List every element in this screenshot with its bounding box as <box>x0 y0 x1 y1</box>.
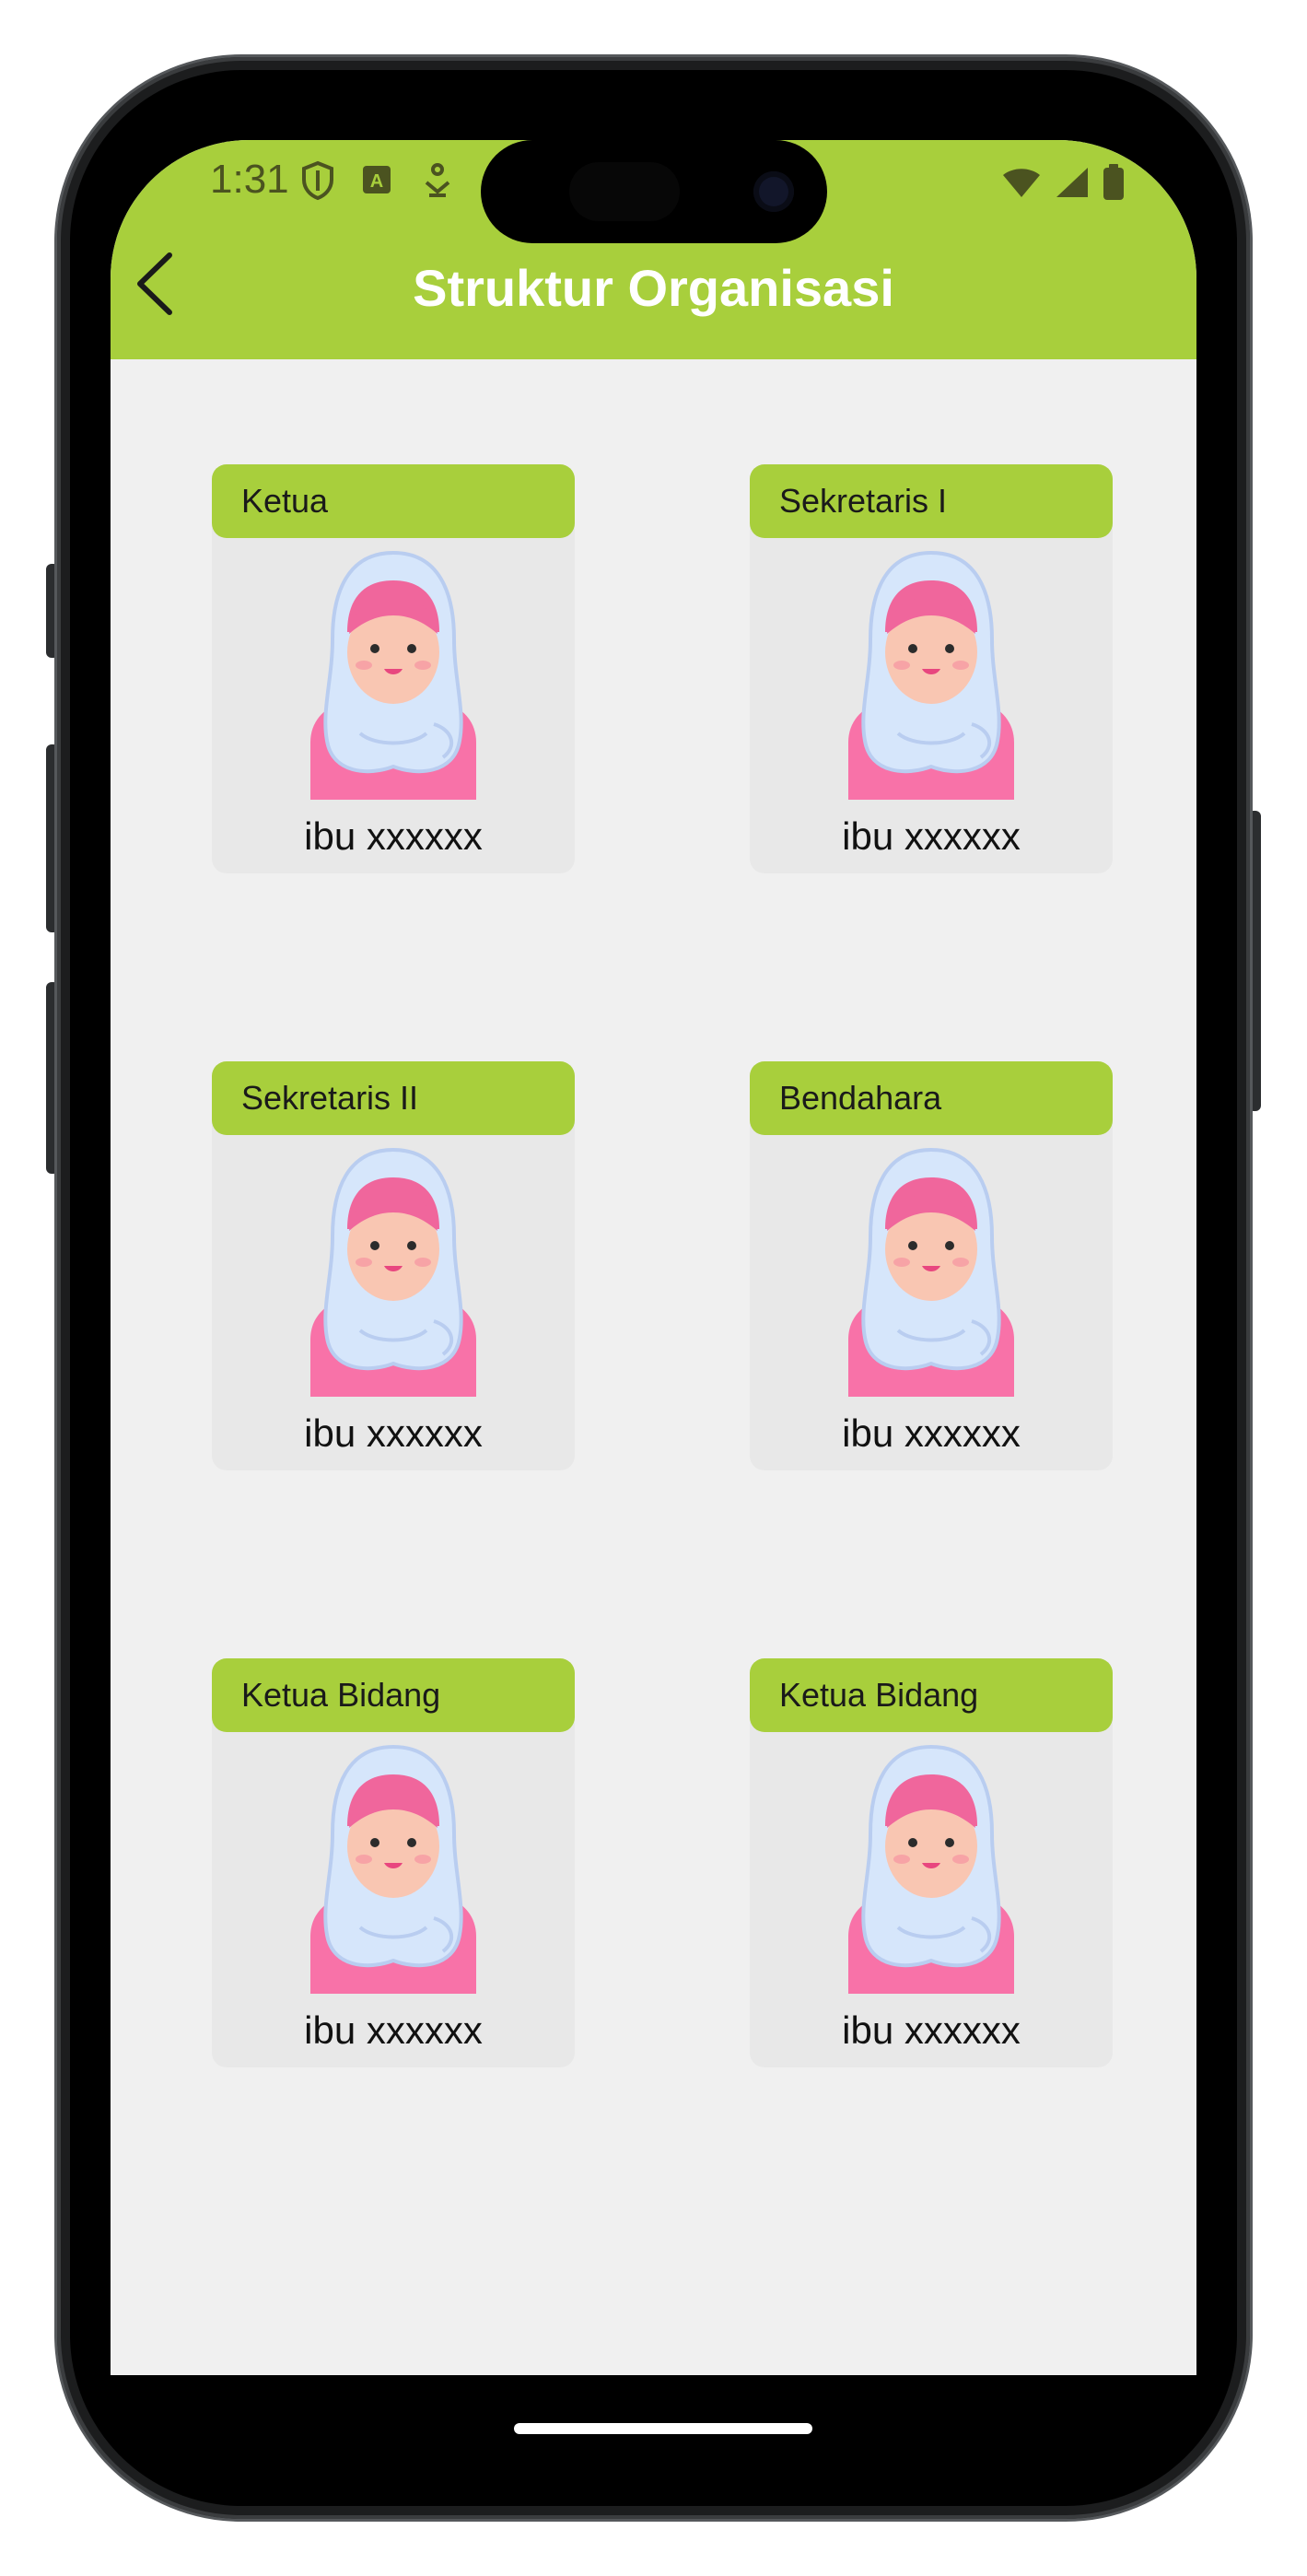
member-name: ibu xxxxxx <box>842 814 1021 858</box>
status-time: 1:31 <box>210 157 289 202</box>
member-role-label: Ketua <box>212 464 575 538</box>
sensor <box>569 162 680 221</box>
hijab-woman-avatar-icon <box>843 1146 1020 1397</box>
member-grid: Ketua ibu xxxxxx Sekretaris I ibu xxxxxx… <box>212 464 1113 2067</box>
battery-icon <box>1103 164 1125 205</box>
signal-icon <box>1055 166 1090 204</box>
member-card[interactable]: Ketua ibu xxxxxx <box>212 464 575 873</box>
member-role-label: Sekretaris II <box>212 1061 575 1135</box>
hijab-woman-avatar-icon <box>843 1743 1020 1994</box>
member-card[interactable]: Sekretaris II ibu xxxxxx <box>212 1061 575 1470</box>
wifi-icon <box>1001 166 1042 204</box>
status-right-icons <box>1001 164 1125 205</box>
member-role-label: Ketua Bidang <box>750 1658 1113 1732</box>
hijab-woman-avatar-icon <box>843 549 1020 800</box>
member-name: ibu xxxxxx <box>842 1411 1021 1455</box>
member-role-label: Bendahara <box>750 1061 1113 1135</box>
member-name: ibu xxxxxx <box>304 1411 483 1455</box>
page-title: Struktur Organisasi <box>413 259 894 317</box>
member-role-label: Ketua Bidang <box>212 1658 575 1732</box>
download-icon <box>422 162 453 204</box>
member-card[interactable]: Sekretaris I ibu xxxxxx <box>750 464 1113 873</box>
member-card[interactable]: Bendahara ibu xxxxxx <box>750 1061 1113 1470</box>
member-name: ibu xxxxxx <box>304 814 483 858</box>
dynamic-island <box>481 140 827 243</box>
front-camera <box>753 171 794 212</box>
shield-icon <box>300 160 335 205</box>
member-name: ibu xxxxxx <box>304 2008 483 2052</box>
home-indicator[interactable] <box>514 2423 812 2434</box>
power-button[interactable] <box>1248 811 1261 1111</box>
member-card[interactable]: Ketua Bidang ibu xxxxxx <box>750 1658 1113 2067</box>
member-role-label: Sekretaris I <box>750 464 1113 538</box>
svg-text:A: A <box>370 171 383 192</box>
hijab-woman-avatar-icon <box>305 1146 482 1397</box>
a-badge-icon: A <box>361 164 392 200</box>
app-screen: 1:31 A Struktur Organisasi Ketua ibu xxx… <box>111 140 1196 2375</box>
hijab-woman-avatar-icon <box>305 549 482 800</box>
member-name: ibu xxxxxx <box>842 2008 1021 2052</box>
member-card[interactable]: Ketua Bidang ibu xxxxxx <box>212 1658 575 2067</box>
hijab-woman-avatar-icon <box>305 1743 482 1994</box>
app-header: 1:31 A Struktur Organisasi <box>111 140 1196 359</box>
